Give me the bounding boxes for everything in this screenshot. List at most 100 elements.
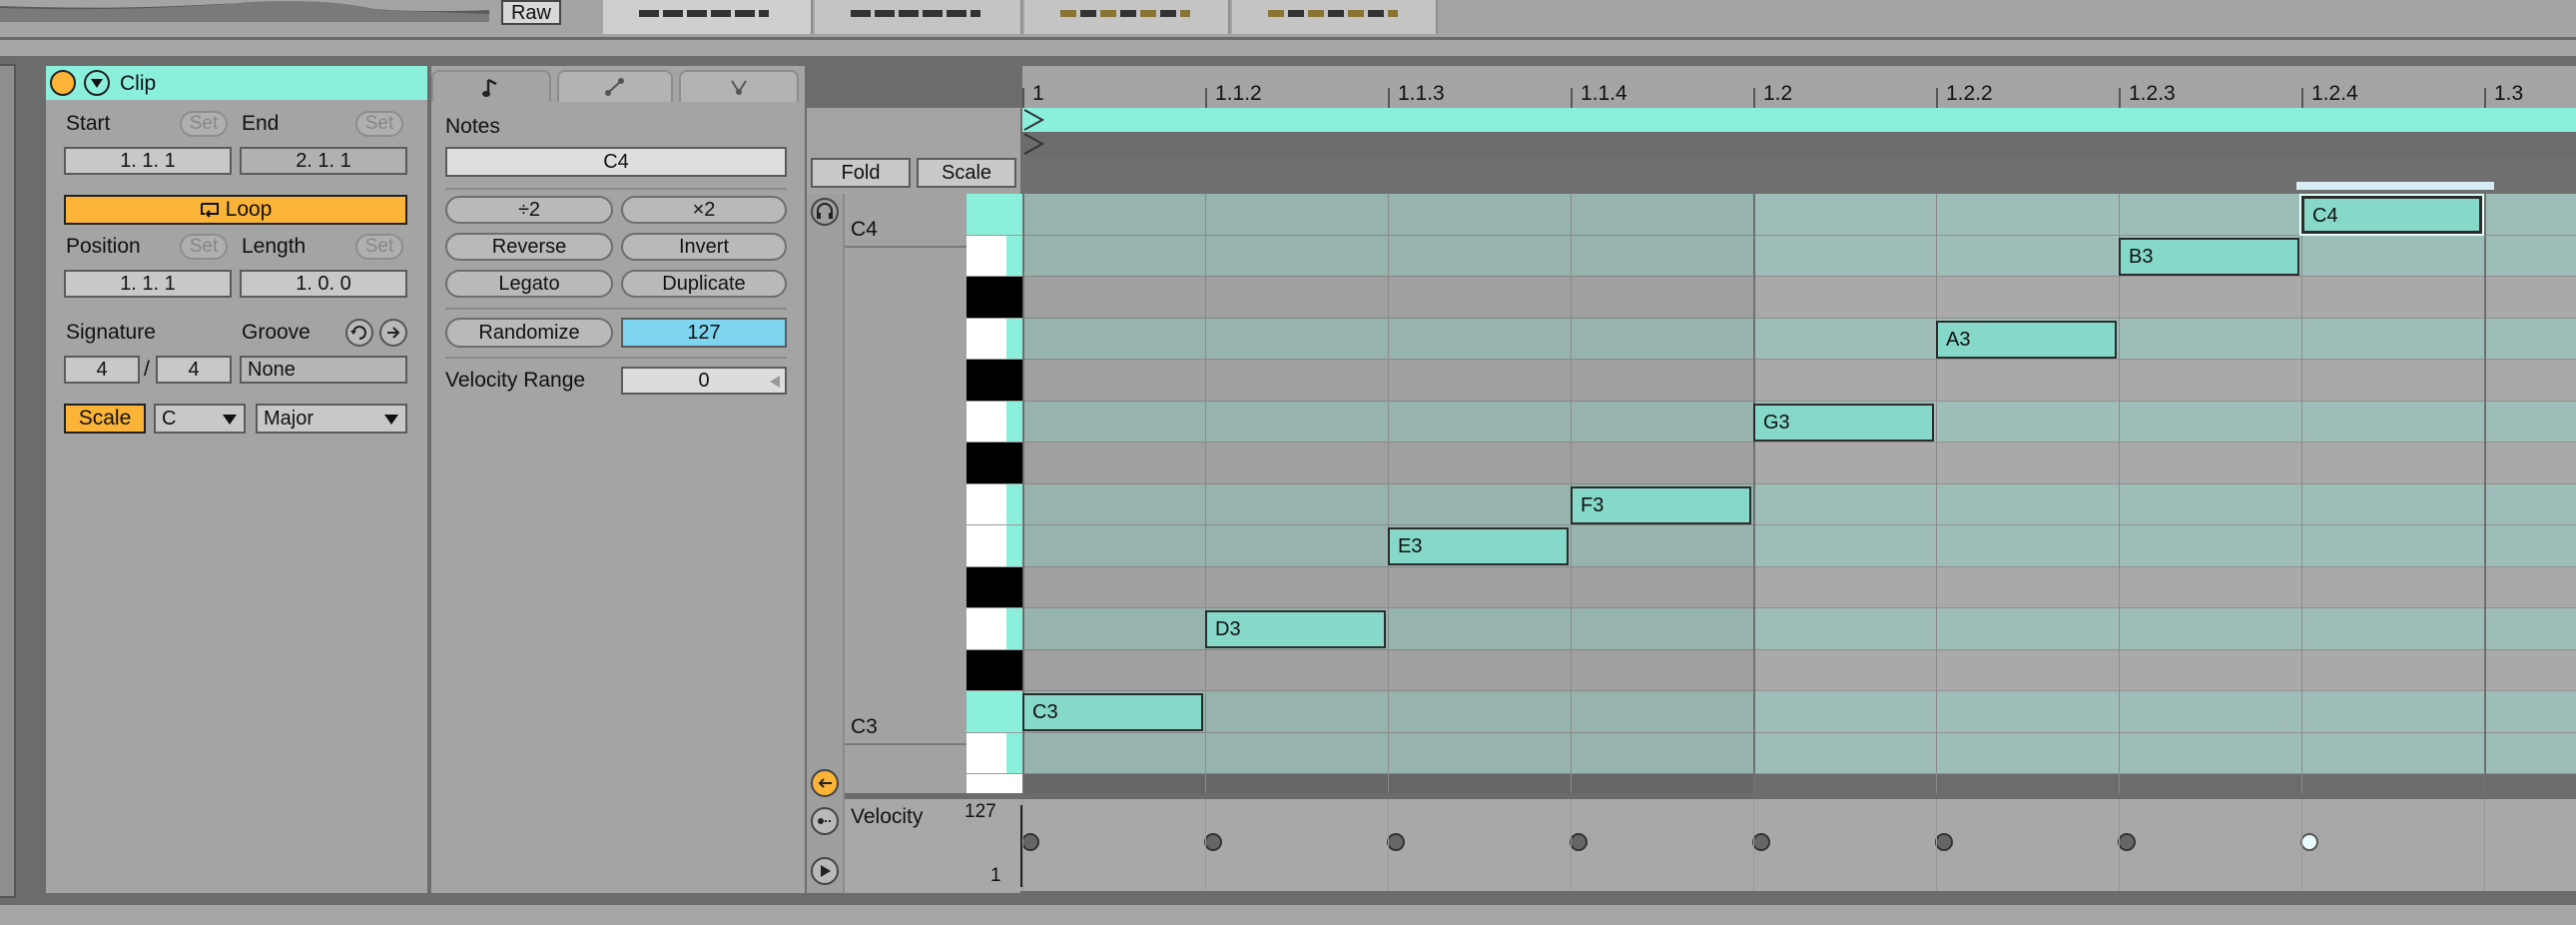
beat-line — [2301, 194, 2302, 793]
note-grid[interactable] — [1022, 194, 2576, 793]
launch-slot-3[interactable] — [1024, 0, 1230, 34]
start-field[interactable]: 1. 1. 1 — [64, 147, 232, 175]
tab-mpe[interactable] — [679, 70, 799, 102]
start-set-button[interactable]: Set — [180, 111, 228, 137]
signature-denominator[interactable]: 4 — [156, 356, 232, 384]
ruler-tick — [1936, 88, 1938, 108]
play-icon — [821, 865, 831, 877]
double-length-button[interactable]: ×2 — [621, 196, 787, 224]
preview-button[interactable] — [811, 198, 839, 226]
groove-hot-swap-button[interactable] — [345, 319, 373, 347]
length-set-button[interactable]: Set — [355, 234, 403, 260]
velocity-marker[interactable] — [1935, 833, 1953, 851]
velocity-marker[interactable] — [1021, 833, 1039, 851]
velocity-marker[interactable] — [2300, 833, 2318, 851]
midi-note[interactable]: A3 — [1936, 320, 2117, 359]
key-label-c4: C4 — [851, 218, 878, 241]
ruler-label: 1.3 — [2494, 82, 2524, 105]
beat-ruler[interactable]: 1 1.1.2 1.1.3 1.1.4 1.2 1.2.2 1.2.3 1.2.4 1.3 — [1022, 66, 2576, 110]
fold-button[interactable]: Fold — [811, 158, 911, 188]
tab-notes[interactable] — [431, 70, 551, 102]
velocity-range-label: Velocity Range — [445, 369, 586, 392]
velocity-beat-line — [2119, 799, 2120, 891]
scale-toggle[interactable]: Scale — [64, 404, 146, 434]
velocity-marker[interactable] — [1387, 833, 1405, 851]
groove-commit-button[interactable] — [379, 319, 407, 347]
signature-slash: / — [144, 358, 150, 381]
loop-icon — [200, 203, 219, 218]
velocity-marker[interactable] — [1752, 833, 1770, 851]
octave-divider — [845, 743, 966, 745]
velocity-max-label: 127 — [965, 801, 996, 822]
envelope-lane-button[interactable] — [811, 807, 839, 835]
midi-note[interactable]: F3 — [1571, 485, 1751, 524]
loop-brace[interactable] — [1022, 108, 2576, 132]
signature-numerator[interactable]: 4 — [64, 356, 140, 384]
piano-key-black[interactable] — [966, 566, 1024, 608]
piano-key-black[interactable] — [966, 649, 1024, 691]
ruler-tick — [1571, 88, 1573, 108]
ruler-label: 1 — [1032, 82, 1044, 105]
raw-button[interactable]: Raw — [501, 0, 561, 25]
selected-note-field[interactable]: C4 — [445, 147, 787, 177]
legato-button[interactable]: Legato — [445, 270, 613, 298]
loop-button[interactable]: Loop — [64, 195, 407, 225]
tab-envelopes[interactable] — [557, 70, 673, 102]
piano-key-black[interactable] — [966, 443, 1024, 484]
randomize-button[interactable]: Randomize — [445, 318, 613, 348]
half-length-button[interactable]: ÷2 — [445, 196, 613, 224]
length-field[interactable]: 1. 0. 0 — [240, 270, 407, 298]
scale-highlight-button[interactable]: Scale — [917, 158, 1016, 188]
scale-root-select[interactable]: C — [154, 404, 246, 434]
launch-slot-4[interactable] — [1232, 0, 1438, 34]
velocity-min-label: 1 — [990, 865, 1001, 886]
scale-mode-value: Major — [264, 408, 315, 430]
midi-note[interactable]: C3 — [1022, 693, 1203, 731]
signature-label: Signature — [66, 321, 156, 344]
midi-note[interactable]: C4 — [2299, 194, 2484, 236]
duplicate-button[interactable]: Duplicate — [621, 270, 787, 298]
randomize-amount-field[interactable]: 127 — [621, 318, 787, 348]
beat-line — [1753, 194, 1755, 793]
piano-key-black[interactable] — [966, 360, 1024, 402]
position-field[interactable]: 1. 1. 1 — [64, 270, 232, 298]
velocity-marker[interactable] — [1204, 833, 1222, 851]
scale-key-marker — [966, 194, 1024, 235]
loop-marker-icon — [1023, 109, 1045, 155]
chevron-down-icon — [91, 79, 103, 88]
play-button[interactable] — [811, 857, 839, 885]
clip-activator-button[interactable] — [50, 70, 76, 96]
end-field[interactable]: 2. 1. 1 — [240, 147, 407, 175]
ruler-tick — [1022, 88, 1024, 108]
invert-button[interactable]: Invert — [621, 233, 787, 261]
midi-note[interactable]: B3 — [2119, 237, 2299, 276]
groove-select[interactable]: None — [240, 356, 407, 384]
position-set-button[interactable]: Set — [180, 234, 228, 260]
velocity-marker[interactable] — [2118, 833, 2136, 851]
ruler-tick — [2301, 88, 2303, 108]
arrow-left-icon — [818, 778, 832, 788]
key-labels — [845, 194, 968, 793]
piano-key-black[interactable] — [966, 277, 1024, 319]
triangle-left-icon — [770, 376, 780, 388]
velocity-marker[interactable] — [1570, 833, 1588, 851]
end-set-button[interactable]: Set — [355, 111, 403, 137]
ruler-label: 1.2.3 — [2129, 82, 2176, 105]
midi-note[interactable]: E3 — [1388, 527, 1569, 565]
headphones-icon — [817, 203, 833, 219]
left-panel-edge — [0, 64, 16, 898]
ruler-tick — [2119, 88, 2121, 108]
reverse-button[interactable]: Reverse — [445, 233, 613, 261]
ruler-label: 1.2.2 — [1946, 82, 1993, 105]
follow-button[interactable] — [811, 769, 839, 797]
clip-collapse-button[interactable] — [84, 70, 110, 96]
arrow-right-icon — [387, 327, 400, 339]
notes-title: Notes — [445, 115, 500, 138]
piano-keyboard[interactable] — [966, 194, 1024, 793]
launch-slot-2[interactable] — [815, 0, 1022, 34]
velocity-range-field[interactable]: 0 — [621, 367, 787, 395]
midi-note[interactable]: G3 — [1753, 403, 1934, 442]
scale-mode-select[interactable]: Major — [256, 404, 407, 434]
midi-note[interactable]: D3 — [1205, 610, 1386, 648]
launch-slot-1[interactable] — [603, 0, 813, 34]
